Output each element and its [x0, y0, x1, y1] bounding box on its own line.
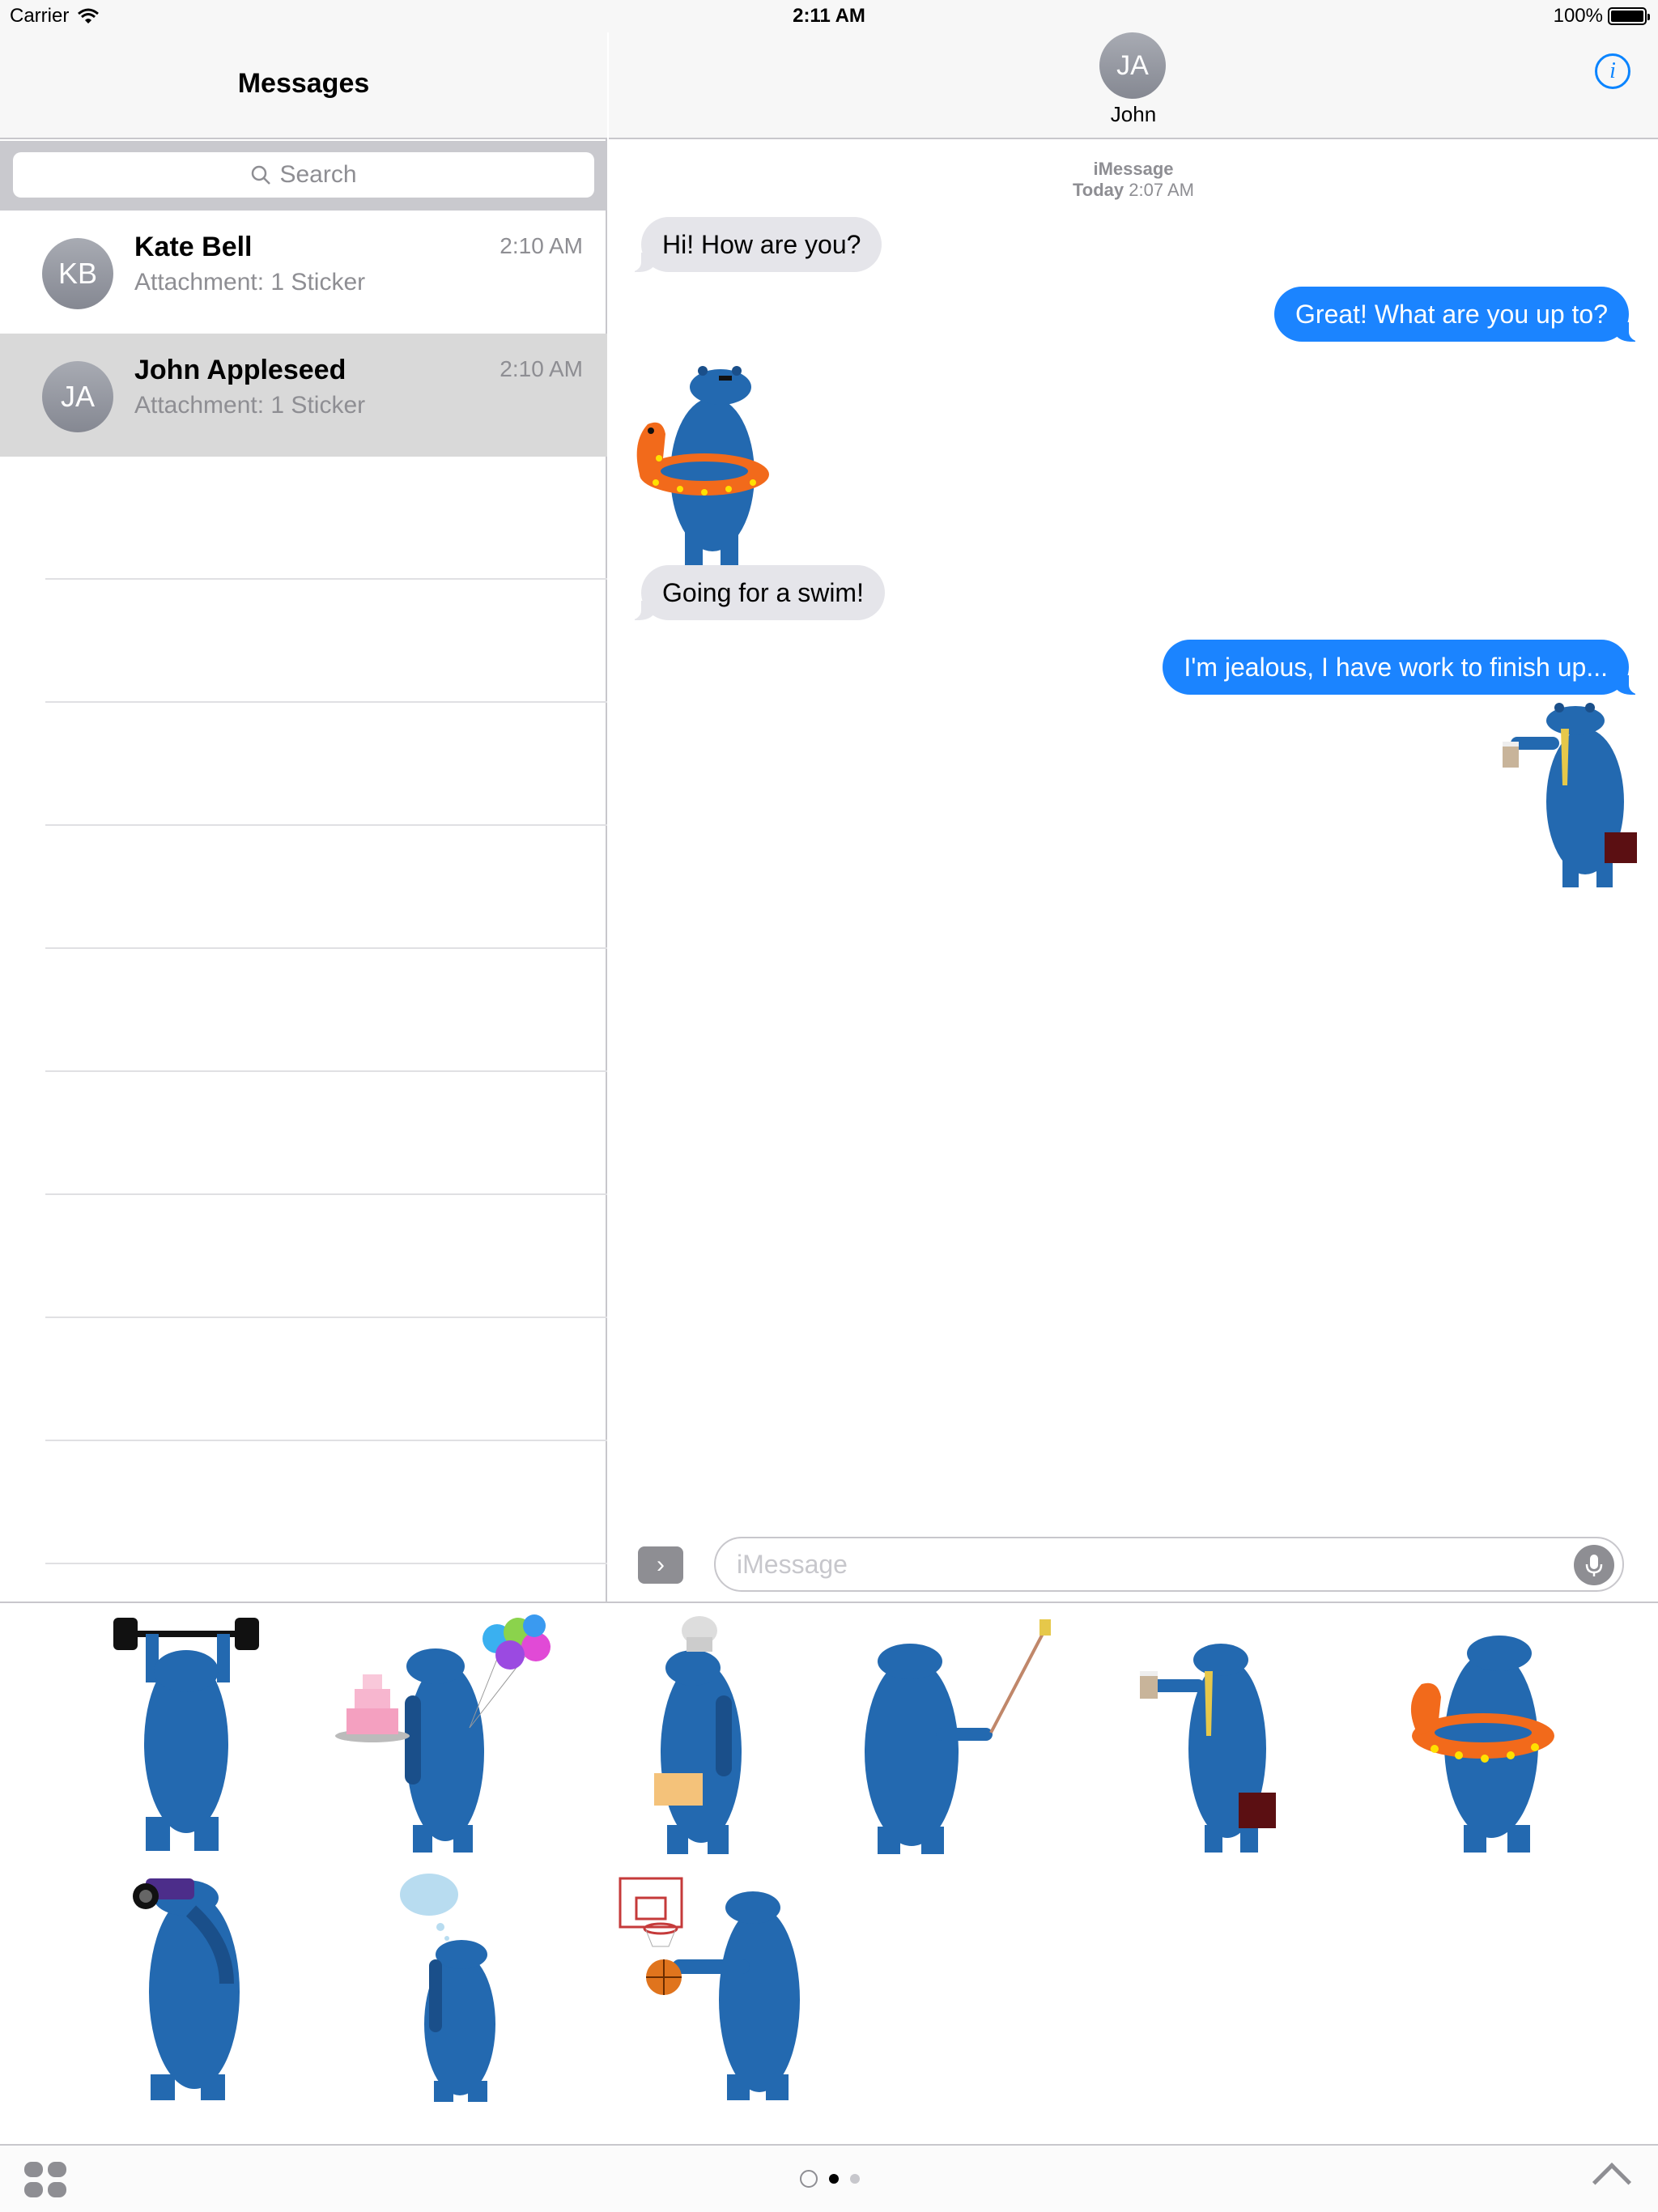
battery-indicator: 100%: [1553, 5, 1650, 28]
conversation-time: 2:10 AM: [500, 356, 583, 381]
conversation-item-john-appleseed[interactable]: JA John Appleseed Attachment: 1 Sticker …: [0, 334, 607, 457]
sticker-birthday-bear[interactable]: [324, 1614, 599, 1857]
service-label: iMessage: [1093, 159, 1174, 179]
dictation-button[interactable]: [1574, 1545, 1614, 1585]
sticker-drawer: [0, 1602, 1658, 2212]
conversation-preview: Attachment: 1 Sticker: [134, 392, 366, 419]
avatar: KB: [42, 238, 113, 309]
info-icon: i: [1609, 58, 1616, 83]
conversation-timestamp: iMessage Today 2:07 AM: [609, 159, 1658, 201]
sticker-businessman-bear[interactable]: [1494, 696, 1640, 891]
list-divider: [45, 1070, 607, 1072]
list-divider: [45, 1440, 607, 1441]
search-input[interactable]: Search: [13, 152, 594, 198]
sticker-swim-ring-bear[interactable]: [623, 353, 785, 572]
sticker-swim-ring-bear[interactable]: [1386, 1614, 1658, 1857]
drawer-toolbar: [0, 2144, 1658, 2212]
sticker-chef-bear[interactable]: [580, 1614, 855, 1857]
date-prefix: Today: [1073, 180, 1124, 200]
conversation-item-kate-bell[interactable]: KB Kate Bell Attachment: 1 Sticker 2:10 …: [0, 211, 607, 334]
message-composer: › iMessage: [609, 1522, 1658, 1602]
chat-header: JA John i: [609, 32, 1658, 139]
search-icon: [252, 165, 271, 185]
list-divider: [45, 947, 607, 949]
info-button[interactable]: i: [1595, 53, 1630, 89]
message-bubble-incoming[interactable]: Hi! How are you?: [624, 217, 882, 272]
status-time: 2:11 AM: [793, 5, 865, 27]
sticker-businessman-bear[interactable]: [1091, 1614, 1367, 1857]
app-drawer-button[interactable]: [24, 2162, 66, 2197]
sticker-selfie-bear[interactable]: [814, 1614, 1090, 1857]
battery-icon: [1608, 7, 1650, 25]
search-placeholder: Search: [279, 161, 357, 188]
message-input-placeholder: iMessage: [737, 1549, 848, 1579]
search-bar: Search: [0, 141, 607, 211]
contact-avatar[interactable]: JA: [1099, 32, 1166, 99]
sticker-thinking-bear[interactable]: [340, 1862, 615, 2105]
conversation-list-panel: Messages Search KB Kate Bell Attachment:…: [0, 0, 607, 1602]
list-divider: [45, 1563, 607, 1564]
date-time: 2:07 AM: [1129, 180, 1194, 200]
message-input[interactable]: iMessage: [714, 1537, 1624, 1592]
contact-name[interactable]: John: [609, 102, 1658, 127]
microphone-icon: [1585, 1555, 1603, 1576]
page-dot[interactable]: [829, 2174, 839, 2184]
message-bubble-outgoing[interactable]: I'm jealous, I have work to finish up...: [1163, 640, 1645, 695]
chevron-right-icon: ›: [657, 1551, 665, 1578]
sticker-binoculars-bear[interactable]: [97, 1862, 372, 2105]
list-divider: [45, 578, 607, 580]
conversation-name: John Appleseed: [134, 355, 346, 385]
list-divider: [45, 1193, 607, 1195]
expand-apps-button[interactable]: ›: [638, 1546, 683, 1584]
battery-percent: 100%: [1553, 5, 1603, 27]
sticker-page-indicator[interactable]: [800, 2170, 860, 2188]
chevron-up-icon[interactable]: [1592, 2162, 1632, 2202]
conversation-time: 2:10 AM: [500, 233, 583, 258]
list-divider: [45, 824, 607, 826]
list-divider: [45, 701, 607, 703]
list-divider: [45, 1317, 607, 1318]
recents-clock-icon[interactable]: [800, 2170, 818, 2188]
message-bubble-incoming[interactable]: Going for a swim!: [625, 565, 885, 620]
page-title: Messages: [237, 68, 370, 99]
avatar: JA: [42, 361, 113, 432]
message-bubble-outgoing[interactable]: Great! What are you up to?: [1274, 287, 1645, 342]
sticker-basketball-bear[interactable]: [607, 1862, 882, 2105]
status-bar: Carrier 2:11 AM 100%: [0, 0, 1658, 32]
conversation-name: Kate Bell: [134, 232, 253, 262]
conversation-preview: Attachment: 1 Sticker: [134, 269, 366, 296]
page-dot[interactable]: [850, 2174, 860, 2184]
chat-panel: JA John i iMessage Today 2:07 AM Hi! How…: [609, 0, 1658, 1602]
sidebar-header: Messages: [0, 32, 607, 139]
